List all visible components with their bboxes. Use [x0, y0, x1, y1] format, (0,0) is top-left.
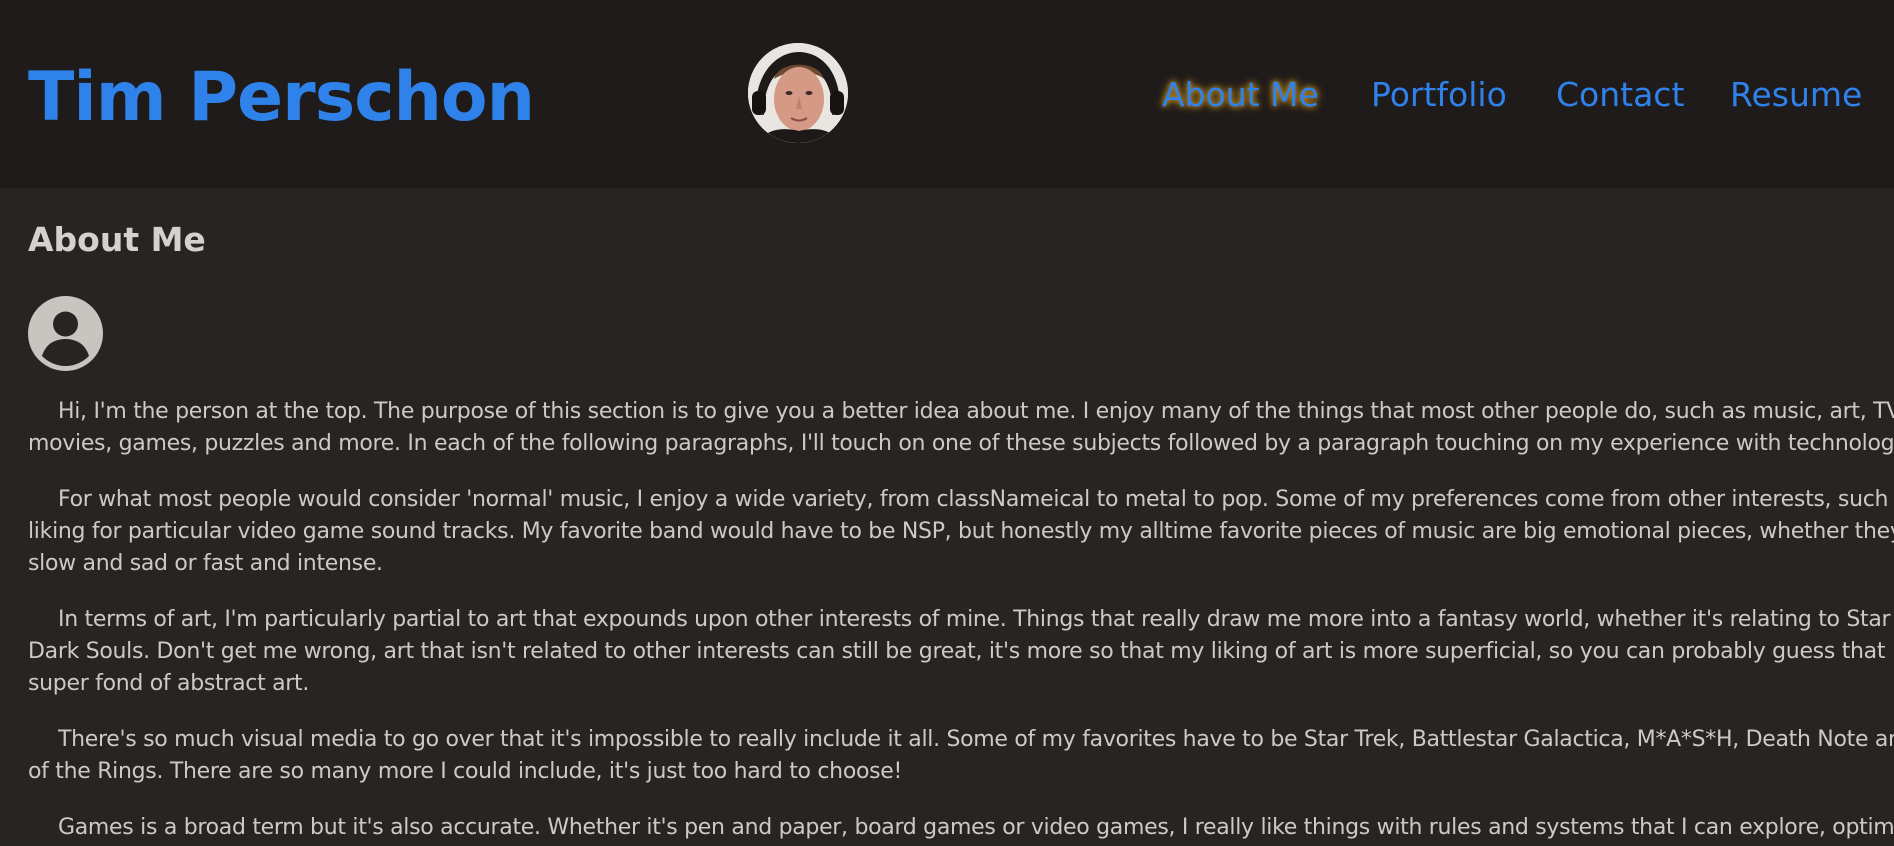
user-circle-icon [28, 296, 103, 371]
paragraph-line: movies, games, puzzles and more. In each… [28, 431, 1894, 456]
paragraph-media: There's so much visual media to go over … [28, 724, 1894, 788]
paragraph-music: For what most people would consider 'nor… [28, 484, 1894, 580]
site-header: Tim Perschon About Me Portfolio Contact [0, 0, 1894, 188]
paragraph-line: For what most people would consider 'nor… [58, 487, 1894, 512]
paragraph-art: In terms of art, I'm particularly partia… [28, 604, 1894, 700]
paragraph-line: slow and sad or fast and intense. [28, 551, 383, 576]
paragraph-line: of the Rings. There are so many more I c… [28, 759, 903, 784]
paragraph-intro: Hi, I'm the person at the top. The purpo… [28, 396, 1894, 460]
paragraph-line: Games is a broad term but it's also accu… [58, 815, 1894, 840]
paragraph-line: liking for particular video game sound t… [28, 519, 1894, 544]
about-section: About Me Hi, I'm the person at the top. … [28, 188, 1894, 846]
paragraph-line: Dark Souls. Don't get me wrong, art that… [28, 639, 1894, 664]
section-title: About Me [28, 220, 206, 259]
about-paragraphs: Hi, I'm the person at the top. The purpo… [28, 396, 1894, 846]
paragraph-games: Games is a broad term but it's also accu… [28, 812, 1894, 844]
nav-resume[interactable]: Resume [1730, 72, 1862, 118]
main-nav: About Me Portfolio Contact Resume [0, 72, 1894, 118]
paragraph-line: super fond of abstract art. [28, 671, 310, 696]
nav-about-me[interactable]: About Me [1162, 72, 1319, 118]
paragraph-line: There's so much visual media to go over … [58, 727, 1894, 752]
paragraph-line: In terms of art, I'm particularly partia… [58, 607, 1894, 632]
nav-portfolio[interactable]: Portfolio [1371, 72, 1507, 118]
nav-contact[interactable]: Contact [1556, 72, 1684, 118]
paragraph-line: Hi, I'm the person at the top. The purpo… [58, 399, 1894, 424]
